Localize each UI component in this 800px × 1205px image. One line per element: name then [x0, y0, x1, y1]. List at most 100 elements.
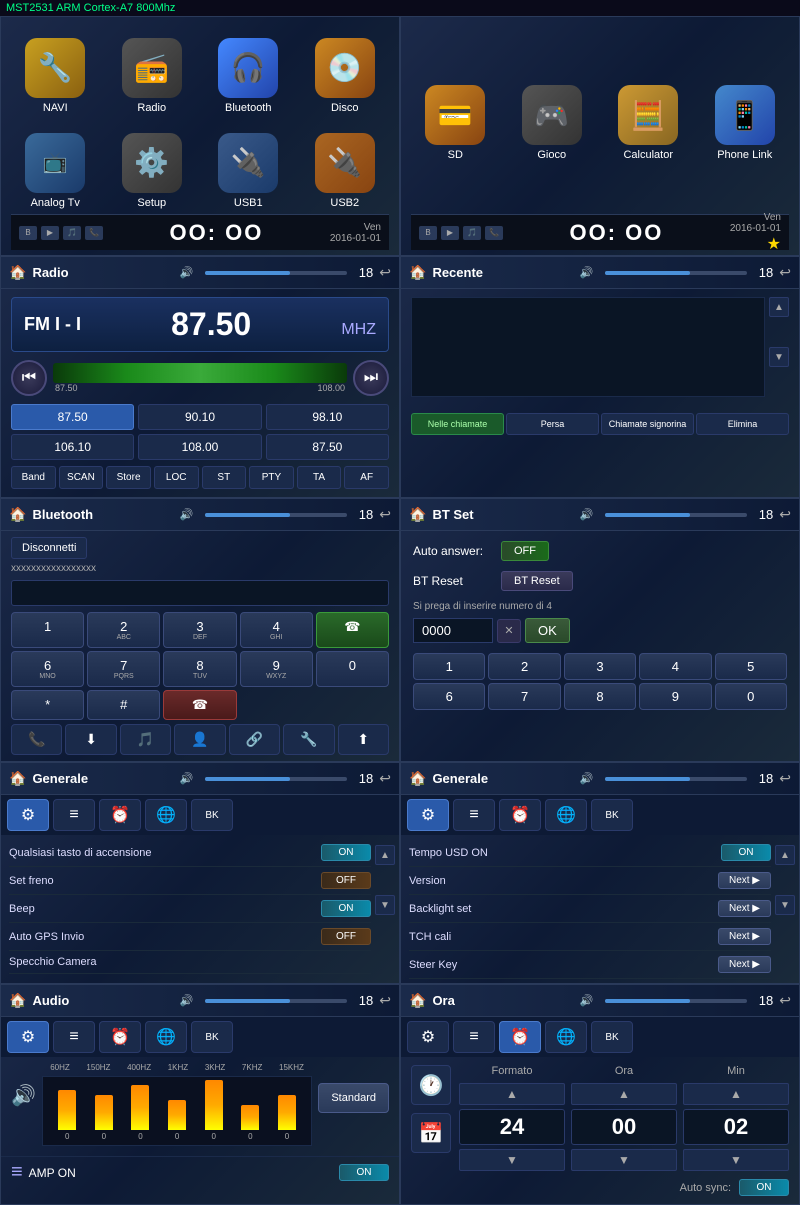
- bt-key-1[interactable]: 1: [11, 612, 84, 648]
- preset-btn-4[interactable]: 108.00: [138, 434, 261, 460]
- radio-ctrl-af[interactable]: AF: [344, 466, 389, 489]
- ora-tab-3[interactable]: 🌐: [545, 1021, 587, 1053]
- eq-bar-6[interactable]: [278, 1095, 296, 1130]
- audio-tab-1[interactable]: ≡: [53, 1021, 95, 1053]
- eq-bar-0[interactable]: [58, 1090, 76, 1130]
- bt-key-6[interactable]: 6MNO: [11, 651, 84, 687]
- recente-tab-0[interactable]: Nelle chiamate: [411, 413, 504, 435]
- bt-key-9[interactable]: 9WXYZ: [240, 651, 313, 687]
- ora-clock-icon-btn[interactable]: 🕐: [411, 1065, 451, 1105]
- recente-back-btn[interactable]: ↩: [779, 264, 791, 281]
- recente-vol-slider[interactable]: [605, 271, 746, 275]
- btset-key-4[interactable]: 4: [639, 653, 711, 680]
- ora-ora-up[interactable]: ▲: [571, 1083, 677, 1105]
- ora-back-btn[interactable]: ↩: [779, 992, 791, 1009]
- bt-back-btn[interactable]: ↩: [379, 506, 391, 523]
- gen-right-tab-bk[interactable]: BK: [591, 799, 633, 831]
- btset-key-1[interactable]: 1: [413, 653, 485, 680]
- gen-right-next-3[interactable]: Next ▶: [718, 928, 771, 945]
- app-icon-usb2[interactable]: 🔌 USB2: [301, 127, 390, 214]
- btset-home-btn[interactable]: 🏠: [409, 506, 426, 523]
- audio-vol-slider[interactable]: [205, 999, 346, 1003]
- gen-left-tab-bk[interactable]: BK: [191, 799, 233, 831]
- gen-right-tab-2[interactable]: ⏰: [499, 799, 541, 831]
- radio-vol-icon[interactable]: 🔊: [180, 266, 194, 279]
- eq-bar-4[interactable]: [205, 1080, 223, 1130]
- radio-ctrl-pty[interactable]: PTY: [249, 466, 294, 489]
- gen-left-tab-3[interactable]: 🌐: [145, 799, 187, 831]
- radio-ctrl-scan[interactable]: SCAN: [59, 466, 104, 489]
- bt-key-8[interactable]: 8TUV: [163, 651, 236, 687]
- gen-right-tab-0[interactable]: ⚙: [407, 799, 449, 831]
- app-icon-sd[interactable]: 💳 SD: [411, 32, 500, 214]
- app-icon-usb1[interactable]: 🔌 USB1: [204, 127, 293, 214]
- gen-left-back-btn[interactable]: ↩: [379, 770, 391, 787]
- btset-key-3[interactable]: 3: [564, 653, 636, 680]
- audio-back-btn[interactable]: ↩: [379, 992, 391, 1009]
- recente-vol-icon[interactable]: 🔊: [580, 266, 594, 279]
- btset-autoanswer-toggle[interactable]: OFF: [501, 541, 549, 561]
- radio-ctrl-store[interactable]: Store: [106, 466, 151, 489]
- radio-home-btn[interactable]: 🏠: [9, 264, 26, 281]
- preset-btn-1[interactable]: 90.10: [138, 404, 261, 430]
- bt-key-7[interactable]: 7PQRS: [87, 651, 160, 687]
- bt-vol-slider[interactable]: [205, 513, 346, 517]
- gen-left-scroll-up[interactable]: ▲: [375, 845, 395, 865]
- eq-bar-5[interactable]: [241, 1105, 259, 1130]
- ora-home-btn[interactable]: 🏠: [409, 992, 426, 1009]
- btset-vol-slider[interactable]: [605, 513, 746, 517]
- preset-btn-2[interactable]: 98.10: [266, 404, 389, 430]
- gen-left-toggle-2[interactable]: ON: [321, 900, 371, 917]
- ora-ora-down[interactable]: ▼: [571, 1149, 677, 1171]
- bt-action-6[interactable]: ⬆: [338, 724, 389, 755]
- bt-action-1[interactable]: ⬇: [65, 724, 116, 755]
- ora-sync-toggle[interactable]: ON: [739, 1179, 789, 1196]
- ora-calendar-icon-btn[interactable]: 📅: [411, 1113, 451, 1153]
- eq-bar-2[interactable]: [131, 1085, 149, 1130]
- ora-vol-slider[interactable]: [605, 999, 746, 1003]
- bt-key-call-red[interactable]: ☎: [163, 690, 236, 720]
- gen-right-toggle-0[interactable]: ON: [721, 844, 771, 861]
- bt-action-0[interactable]: 📞: [11, 724, 62, 755]
- btset-del-btn[interactable]: ✕: [497, 619, 521, 643]
- standard-btn[interactable]: Standard: [318, 1083, 389, 1113]
- audio-home-btn[interactable]: 🏠: [9, 992, 26, 1009]
- recente-scroll-down[interactable]: ▼: [769, 347, 789, 367]
- gen-right-tab-1[interactable]: ≡: [453, 799, 495, 831]
- btset-reset-btn[interactable]: BT Reset: [501, 571, 573, 591]
- bt-key-4[interactable]: 4GHI: [240, 612, 313, 648]
- ora-formato-down[interactable]: ▼: [459, 1149, 565, 1171]
- gen-right-next-4[interactable]: Next ▶: [718, 956, 771, 973]
- radio-ctrl-loc[interactable]: LOC: [154, 466, 199, 489]
- bt-action-4[interactable]: 🔗: [229, 724, 280, 755]
- bt-key-2[interactable]: 2ABC: [87, 612, 160, 648]
- app-icon-phonelink[interactable]: 📱 Phone Link: [701, 32, 790, 214]
- amp-toggle[interactable]: ON: [339, 1164, 389, 1181]
- bt-key-star[interactable]: *: [11, 690, 84, 720]
- bt-key-0[interactable]: 0: [316, 651, 389, 687]
- btset-key-2[interactable]: 2: [488, 653, 560, 680]
- bt-vol-icon[interactable]: 🔊: [180, 508, 194, 521]
- gen-left-toggle-1[interactable]: OFF: [321, 872, 371, 889]
- gen-right-scroll-down[interactable]: ▼: [775, 895, 795, 915]
- bt-input-bar[interactable]: [11, 580, 389, 606]
- btset-key-5[interactable]: 5: [715, 653, 787, 680]
- btset-vol-icon[interactable]: 🔊: [580, 508, 594, 521]
- audio-vol-icon[interactable]: 🔊: [180, 994, 194, 1007]
- gen-left-tab-2[interactable]: ⏰: [99, 799, 141, 831]
- recente-home-btn[interactable]: 🏠: [409, 264, 426, 281]
- eq-bar-3[interactable]: [168, 1100, 186, 1130]
- radio-ctrl-st[interactable]: ST: [202, 466, 247, 489]
- app-icon-calculator[interactable]: 🧮 Calculator: [604, 32, 693, 214]
- gen-right-back-btn[interactable]: ↩: [779, 770, 791, 787]
- preset-btn-3[interactable]: 106.10: [11, 434, 134, 460]
- ora-min-down[interactable]: ▼: [683, 1149, 789, 1171]
- gen-right-scroll-up[interactable]: ▲: [775, 845, 795, 865]
- bt-key-hash[interactable]: #: [87, 690, 160, 720]
- bt-key-3[interactable]: 3DEF: [163, 612, 236, 648]
- audio-tab-0[interactable]: ⚙: [7, 1021, 49, 1053]
- bt-action-5[interactable]: 🔧: [283, 724, 334, 755]
- app-icon-gioco[interactable]: 🎮 Gioco: [508, 32, 597, 214]
- gen-left-tab-0[interactable]: ⚙: [7, 799, 49, 831]
- app-icon-bluetooth[interactable]: 🎧 Bluetooth: [204, 32, 293, 119]
